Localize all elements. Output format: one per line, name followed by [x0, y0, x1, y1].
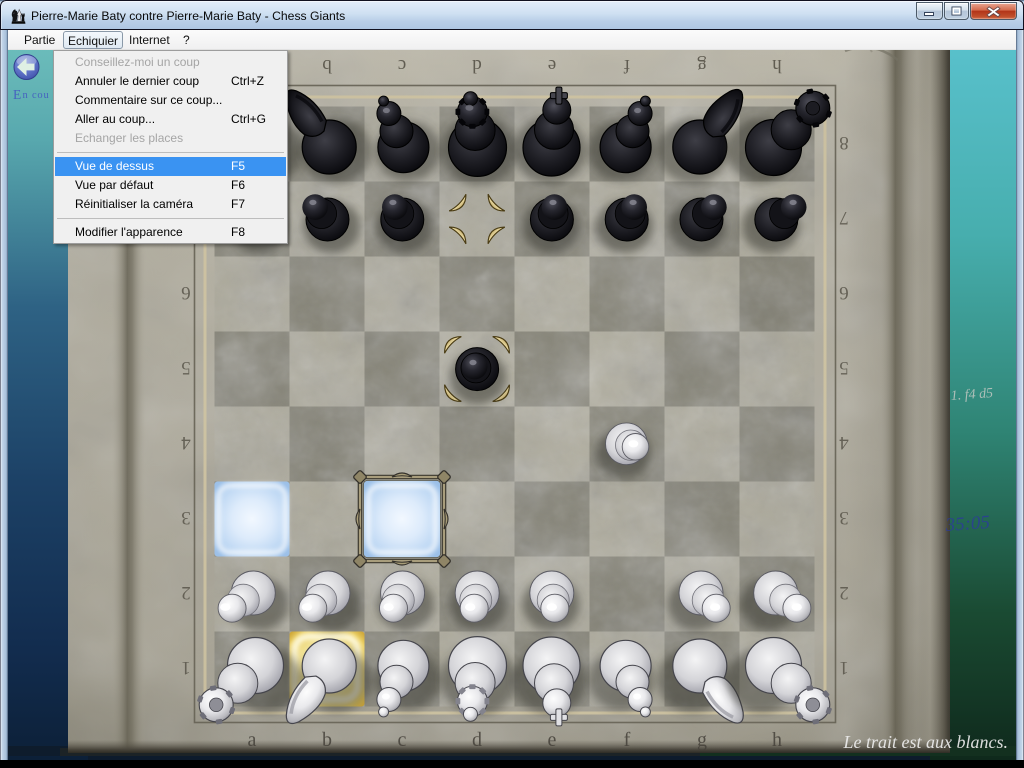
- svg-text:4: 4: [181, 432, 191, 453]
- svg-text:8: 8: [839, 132, 849, 153]
- svg-text:c: c: [398, 55, 406, 76]
- svg-text:Le trait est aux blancs.: Le trait est aux blancs.: [843, 732, 1009, 752]
- svg-text:3: 3: [839, 507, 849, 528]
- svg-text:3: 3: [181, 507, 191, 528]
- svg-text:1: 1: [181, 657, 191, 678]
- svg-text:2: 2: [181, 582, 191, 603]
- svg-text:c: c: [398, 729, 407, 751]
- svg-text:7: 7: [839, 207, 849, 228]
- svg-text:h: h: [772, 55, 782, 76]
- svg-text:5: 5: [839, 357, 849, 378]
- svg-text:n cou: n cou: [23, 90, 50, 101]
- svg-text:d: d: [472, 729, 482, 751]
- svg-text:5: 5: [181, 357, 191, 378]
- svg-text:E: E: [13, 87, 22, 102]
- svg-text:e: e: [548, 55, 556, 76]
- svg-text:f: f: [623, 55, 630, 76]
- svg-text:35:05: 35:05: [944, 512, 991, 536]
- svg-text:g: g: [697, 55, 707, 76]
- svg-text:6: 6: [181, 282, 191, 303]
- svg-text:6: 6: [839, 282, 849, 303]
- svg-text:d: d: [472, 55, 482, 76]
- svg-text:f: f: [624, 729, 631, 751]
- svg-text:e: e: [548, 729, 557, 751]
- svg-text:b: b: [322, 55, 332, 76]
- svg-text:1. f4 d5: 1. f4 d5: [950, 386, 993, 404]
- svg-text:4: 4: [839, 432, 849, 453]
- svg-text:g: g: [697, 729, 707, 751]
- svg-text:a: a: [248, 729, 257, 751]
- svg-text:1: 1: [839, 657, 849, 678]
- svg-text:2: 2: [839, 582, 849, 603]
- svg-text:b: b: [322, 729, 332, 751]
- svg-text:h: h: [772, 729, 782, 751]
